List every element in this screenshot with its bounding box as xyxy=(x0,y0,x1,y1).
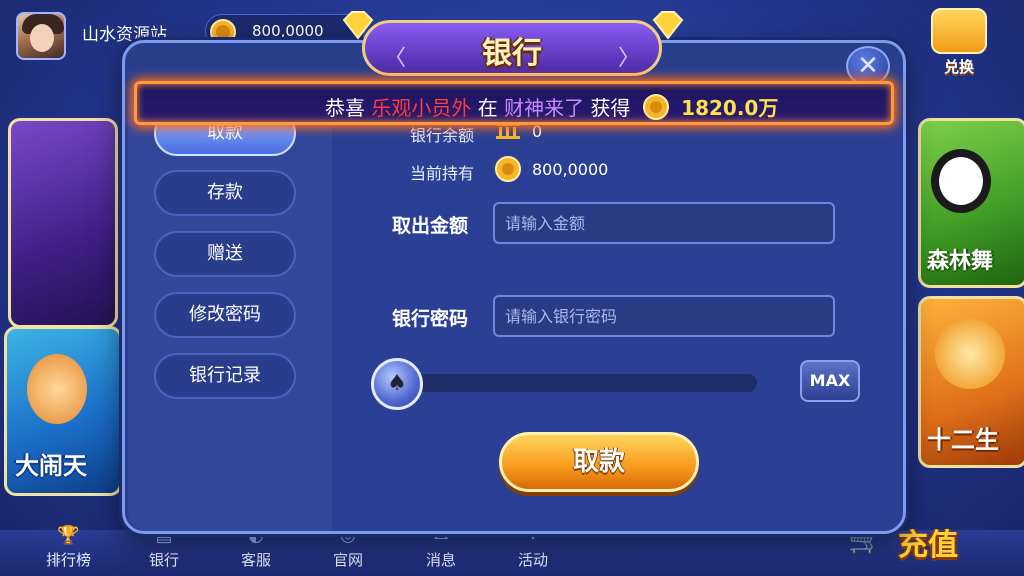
recharge-label: 充值 xyxy=(898,528,958,563)
exchange-button[interactable]: 兑换 xyxy=(928,8,990,78)
game-tile-left-bottom[interactable]: 大闹天 xyxy=(4,326,122,496)
game-tile-caption: 十二生 xyxy=(927,426,999,454)
marquee-prefix: 恭喜 xyxy=(325,96,365,120)
menu-item-gift[interactable]: 赠送 xyxy=(154,231,296,277)
exchange-label: 兑换 xyxy=(943,58,974,76)
nav-label: 活动 xyxy=(518,551,549,569)
bank-password-input[interactable] xyxy=(493,295,835,337)
menu-item-change-password[interactable]: 修改密码 xyxy=(154,292,296,338)
nav-label: 消息 xyxy=(426,551,457,569)
trophy-icon: 🏆 xyxy=(57,525,80,546)
marquee-user: 乐观小员外 xyxy=(371,96,472,120)
marquee-post: 获得 xyxy=(590,96,631,120)
nav-label: 排行榜 xyxy=(46,551,92,569)
current-holding-label: 当前持有 xyxy=(410,164,475,183)
max-button[interactable]: MAX xyxy=(800,360,860,402)
avatar-face xyxy=(30,24,54,52)
current-holding-value: 800,0000 xyxy=(532,160,609,179)
spade-icon: ♠ xyxy=(387,371,407,396)
game-tile-caption: 森林舞 xyxy=(927,249,994,274)
nav-label: 官网 xyxy=(333,551,364,569)
marquee-text: 恭喜 乐观小员外 在 财神来了 获得 1820.0万 xyxy=(325,92,778,121)
nav-label: 银行 xyxy=(149,551,180,569)
bank-password-label: 银行密码 xyxy=(392,308,469,330)
coin-icon xyxy=(642,94,669,120)
close-button[interactable]: ✕ xyxy=(846,46,890,86)
game-tile-right-top[interactable]: 森林舞 xyxy=(918,118,1024,288)
avatar[interactable] xyxy=(16,12,66,60)
marquee-banner: 恭喜 乐观小员外 在 财神来了 获得 1820.0万 xyxy=(134,81,894,125)
game-tile-caption: 大闹天 xyxy=(15,452,87,480)
exchange-icon xyxy=(931,8,987,54)
close-icon: ✕ xyxy=(857,51,879,81)
menu-item-bank-records[interactable]: 银行记录 xyxy=(154,353,296,399)
panda-art xyxy=(931,149,991,213)
character-art xyxy=(27,354,87,424)
dialog-title: 银行 xyxy=(482,36,542,71)
withdraw-amount-label: 取出金额 xyxy=(392,215,469,237)
marquee-game: 财神来了 xyxy=(504,96,585,120)
marquee-amount: 1820.0万 xyxy=(681,96,779,120)
coin-icon xyxy=(495,156,521,182)
marquee-mid: 在 xyxy=(477,96,498,120)
game-tile-left-top[interactable] xyxy=(8,118,118,328)
game-tile-right-bottom[interactable]: 十二生 xyxy=(918,296,1024,468)
amount-slider-track[interactable] xyxy=(385,374,757,392)
nav-item-ranking[interactable]: 🏆 排行榜 xyxy=(46,525,91,570)
dialog-title-plate: 〈 〉 银行 xyxy=(342,10,684,80)
menu-item-deposit[interactable]: 存款 xyxy=(154,170,296,216)
coin-balance-value: 800,0000 xyxy=(252,22,324,40)
amount-slider-handle[interactable]: ♠ xyxy=(371,358,423,410)
nav-label: 客服 xyxy=(241,551,272,569)
withdraw-amount-input[interactable] xyxy=(493,202,835,244)
withdraw-submit-button[interactable]: 取款 xyxy=(499,432,699,492)
lion-art xyxy=(935,319,1005,389)
bank-balance-label: 银行余额 xyxy=(410,126,475,145)
